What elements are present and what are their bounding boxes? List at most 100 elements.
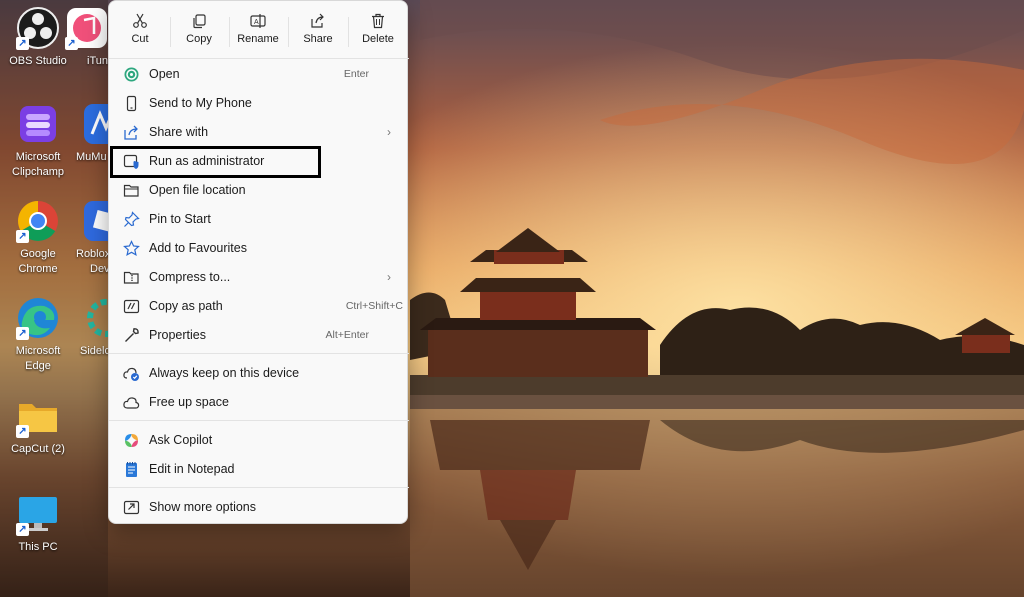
shortcut-arrow-icon: ↗ <box>16 327 29 340</box>
menu-item-send-to-phone[interactable]: Send to My Phone <box>113 90 405 117</box>
sideloadly-icon <box>87 299 110 337</box>
shortcut-arrow-icon: ↗ <box>65 37 78 50</box>
desktop-icon-sideloadly[interactable]: Sidelo <box>72 296 110 359</box>
cut-button[interactable]: Cut <box>112 7 168 53</box>
menu-item-label: Compress to... <box>149 270 231 284</box>
menu-item-free-up-space[interactable]: Free up space <box>113 389 405 416</box>
shortcut-arrow-icon: ↗ <box>16 37 29 50</box>
rename-button[interactable]: A Rename <box>230 7 286 53</box>
zip-folder-icon <box>123 269 140 286</box>
cloud-sync-icon <box>123 365 140 382</box>
desktop-icon-label: Sidelo <box>80 345 110 357</box>
menu-item-label: Share with <box>149 125 209 139</box>
cut-label: Cut <box>131 33 149 45</box>
menu-item-label: Copy as path <box>149 299 223 313</box>
menu-divider <box>109 420 409 421</box>
desktop-icon-roblox[interactable]: Roblox Devi <box>70 199 110 277</box>
desktop-icon-label: This PC <box>18 541 58 553</box>
phone-icon <box>123 95 140 112</box>
menu-item-open[interactable]: Open Enter <box>113 61 405 88</box>
share-icon <box>311 13 324 28</box>
desktop-icon-label-line1: Roblox <box>76 248 110 260</box>
highlight-box-run-as-administrator <box>110 146 321 178</box>
menu-item-label: Free up space <box>149 395 229 409</box>
desktop-icon-capcut[interactable]: ↗ CapCut (2) <box>0 394 76 457</box>
desktop-icon-this-pc[interactable]: ↗ This PC <box>0 492 76 555</box>
wrench-icon <box>123 327 140 344</box>
rename-icon: A <box>250 14 266 28</box>
menu-item-properties[interactable]: Properties Alt+Enter <box>113 322 405 349</box>
menu-item-label: Add to Favourites <box>149 241 247 255</box>
menu-item-ask-copilot[interactable]: Ask Copilot <box>113 427 405 454</box>
quick-action-divider <box>288 17 289 47</box>
menu-item-compress-to[interactable]: Compress to... › <box>113 264 405 291</box>
desktop-icon-itunes[interactable]: ↗ iTun <box>62 6 112 69</box>
submenu-chevron-icon: › <box>387 125 391 139</box>
menu-item-label: Show more options <box>149 500 257 514</box>
clipchamp-icon <box>20 106 56 142</box>
desktop-icon-label-line1: Google <box>20 248 56 260</box>
star-icon <box>123 240 140 257</box>
menu-divider <box>109 487 409 488</box>
shortcut-arrow-icon: ↗ <box>16 230 29 243</box>
delete-button[interactable]: Delete <box>350 7 406 53</box>
menu-item-show-more-options[interactable]: Show more options <box>113 494 405 521</box>
copy-icon <box>193 14 206 29</box>
shortcut-arrow-icon: ↗ <box>16 425 29 438</box>
delete-label: Delete <box>362 33 394 45</box>
menu-item-shortcut: Enter <box>343 68 369 80</box>
desktop-icon-label-line2: Edge <box>25 360 51 372</box>
desktop-icon-label-line1: Microsoft <box>15 151 61 163</box>
quick-action-divider <box>348 17 349 47</box>
menu-item-label: Ask Copilot <box>149 433 213 447</box>
submenu-chevron-icon: › <box>387 270 391 284</box>
menu-item-label: Open <box>149 67 180 81</box>
menu-divider <box>109 353 409 354</box>
svg-text:A: A <box>254 19 259 26</box>
menu-item-label: Always keep on this device <box>149 366 300 380</box>
share-button[interactable]: Share <box>290 7 346 53</box>
cloud-icon <box>123 394 140 411</box>
menu-item-label: Edit in Notepad <box>149 462 235 476</box>
shortcut-arrow-icon: ↗ <box>16 523 29 536</box>
menu-divider <box>109 58 409 59</box>
copy-path-icon <box>123 298 140 315</box>
open-app-icon <box>123 66 140 83</box>
scissors-icon <box>133 13 147 28</box>
menu-item-open-file-location[interactable]: Open file location <box>113 177 405 204</box>
trash-icon <box>372 13 384 29</box>
menu-item-label: Send to My Phone <box>149 96 252 110</box>
desktop-icon-label: MuMu <box>76 151 107 163</box>
share-with-icon <box>123 124 140 141</box>
more-options-icon <box>123 499 140 516</box>
copy-button[interactable]: Copy <box>171 7 227 53</box>
desktop-icon-label: iTun <box>87 55 108 67</box>
roblox-icon <box>84 201 110 241</box>
menu-item-share-with[interactable]: Share with › <box>113 119 405 146</box>
desktop-icon-label-line2: Devi <box>90 263 110 275</box>
desktop-icon-microsoft-clipchamp[interactable]: Microsoft Clipchamp <box>0 102 76 180</box>
folder-open-icon <box>123 182 140 199</box>
pin-icon <box>123 211 140 228</box>
desktop-icon-label-line2: Clipchamp <box>12 166 64 178</box>
desktop-icon-label-line1: Microsoft <box>15 345 61 357</box>
rename-label: Rename <box>237 33 279 45</box>
desktop-icon-mumu[interactable]: MuMu <box>70 102 110 165</box>
share-label: Share <box>303 33 333 45</box>
menu-item-add-to-favourites[interactable]: Add to Favourites <box>113 235 405 262</box>
menu-item-shortcut: Ctrl+Shift+C <box>345 300 403 312</box>
copilot-icon <box>123 432 140 449</box>
desktop-icon-microsoft-edge[interactable]: ↗ Microsoft Edge <box>0 296 76 374</box>
menu-item-shortcut: Alt+Enter <box>325 329 369 341</box>
quick-actions-bar: Cut Copy A Rename Share Delete <box>109 1 409 57</box>
desktop-icon-google-chrome[interactable]: ↗ Google Chrome <box>0 199 76 277</box>
menu-item-edit-in-notepad[interactable]: Edit in Notepad <box>113 456 405 483</box>
menu-item-label: Pin to Start <box>149 212 211 226</box>
menu-item-always-keep-on-device[interactable]: Always keep on this device <box>113 360 405 387</box>
mumu-icon <box>84 104 110 144</box>
menu-item-copy-as-path[interactable]: Copy as path Ctrl+Shift+C <box>113 293 405 320</box>
context-menu: Cut Copy A Rename Share Delete Open Ente… <box>108 0 409 524</box>
menu-item-label: Properties <box>149 328 206 342</box>
notepad-icon <box>123 461 140 478</box>
menu-item-pin-to-start[interactable]: Pin to Start <box>113 206 405 233</box>
